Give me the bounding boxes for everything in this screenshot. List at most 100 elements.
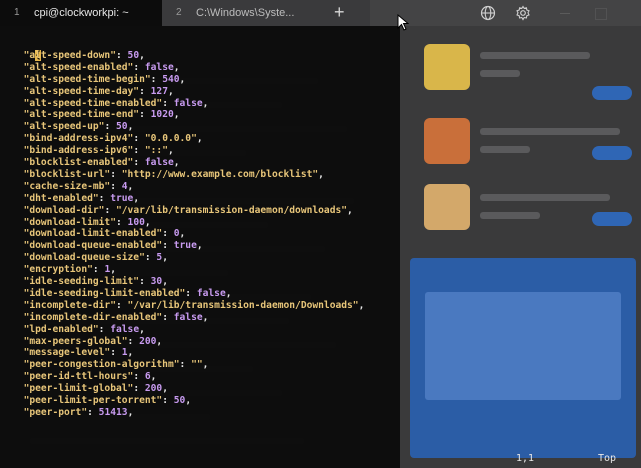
colon: : <box>179 359 192 371</box>
comma: , <box>144 216 151 228</box>
json-line: "download-limit": 100, <box>12 217 151 229</box>
colon: : <box>133 383 145 395</box>
json-key: "blocklist-enabled" <box>23 157 134 168</box>
json-key: "download-limit-enabled" <box>23 228 163 240</box>
json-key: "bind-address-ipv6" <box>23 145 134 157</box>
colon: : <box>185 287 197 299</box>
json-value: 127 <box>150 85 168 97</box>
background-thumbnail <box>424 118 470 164</box>
json-value: 51413 <box>98 406 128 418</box>
json-line: "download-limit-enabled": 0, <box>12 228 186 240</box>
colon: : <box>98 323 111 335</box>
gear-icon[interactable] <box>515 5 531 21</box>
json-value: 1020 <box>150 109 174 121</box>
comma: , <box>173 109 180 121</box>
minimize-icon[interactable] <box>560 13 570 15</box>
json-key: "download-queue-enabled" <box>23 240 163 252</box>
json-line: "idle-seeding-limit-enabled": false, <box>12 288 232 300</box>
json-key: "idle-seeding-limit-enabled" <box>23 287 186 299</box>
json-value: "" <box>191 359 203 371</box>
tab-clockworkpi[interactable]: 1 cpi@clockworkpi: ~ <box>0 0 162 26</box>
comma: , <box>347 204 353 216</box>
json-value: true <box>173 240 197 252</box>
json-line: "message-level": 1, <box>12 347 134 359</box>
background-thumbnail <box>424 44 470 90</box>
json-key: "peer-id-ttl-hours" <box>23 371 134 383</box>
json-key: "alt-speed-time-day" <box>23 85 140 97</box>
comma: , <box>358 299 365 311</box>
background-text <box>480 212 540 219</box>
json-line: "alt-speed-time-end": 1020, <box>12 109 180 121</box>
comma: , <box>156 335 163 347</box>
json-line: "peer-port": 51413, <box>12 406 134 419</box>
maximize-icon[interactable] <box>595 8 607 20</box>
json-line: "peer-limit-per-torrent": 50, <box>12 395 192 407</box>
comma: , <box>139 323 145 335</box>
colon: : <box>150 73 163 85</box>
json-line: "dht-enabled": true, <box>12 192 140 205</box>
comma: , <box>162 383 168 395</box>
background-text <box>480 146 530 153</box>
json-key: "alt-speed-enabled" <box>23 61 134 73</box>
json-line: "incomplete-dir": "/var/lib/transmission… <box>12 299 365 312</box>
json-line: "download-queue-enabled": true, <box>12 240 203 252</box>
comma: , <box>127 406 134 418</box>
comma: , <box>110 264 116 276</box>
json-line: "alt-speed-down": 50, <box>12 50 145 62</box>
background-pill <box>592 212 632 226</box>
comma: , <box>162 276 168 287</box>
json-key: "dht-enabled" <box>23 192 99 204</box>
json-value: 540 <box>162 73 180 85</box>
json-line: "encryption": 1, <box>12 264 116 276</box>
json-key: "incomplete-dir-enabled" <box>23 311 163 323</box>
json-line: "peer-limit-global": 200, <box>12 383 168 395</box>
json-value: false <box>110 323 140 335</box>
comma: , <box>196 240 203 252</box>
json-key: "peer-congestion-algorithm" <box>23 359 180 371</box>
json-value: false <box>173 311 203 323</box>
json-line: "idle-seeding-limit": 30, <box>12 276 168 288</box>
background-text <box>480 194 610 201</box>
comma: , <box>150 371 157 383</box>
colon: : <box>133 133 145 145</box>
json-line: "peer-congestion-algorithm": "", <box>12 359 209 371</box>
colon: : <box>162 240 174 252</box>
json-line: "alt-speed-up": 50, <box>12 121 134 133</box>
globe-icon[interactable] <box>480 5 496 21</box>
tab-bar: 1 cpi@clockworkpi: ~ 2 C:\Windows\Syste.… <box>0 0 641 31</box>
background-pill <box>592 86 632 100</box>
json-key: "encryption" <box>23 264 93 276</box>
colon: : <box>104 204 116 216</box>
colon: : <box>115 216 128 228</box>
colon: : <box>139 109 151 121</box>
tab-windows-system[interactable]: 2 C:\Windows\Syste... <box>162 0 310 26</box>
new-tab-button[interactable]: + <box>310 0 370 26</box>
colon: : <box>110 347 122 359</box>
colon: : <box>110 180 122 192</box>
json-line: "blocklist-url": "http://www.example.com… <box>12 169 324 181</box>
colon: : <box>115 299 128 311</box>
json-line: "alt-speed-enabled": false, <box>12 62 180 74</box>
json-key: "alt-speed-down" <box>23 49 116 61</box>
json-key: "download-queue-size" <box>23 252 145 264</box>
colon: : <box>162 97 174 109</box>
comma: , <box>173 157 180 168</box>
colon: : <box>92 264 105 276</box>
comma: , <box>202 97 209 109</box>
comma: , <box>139 49 145 61</box>
comma: , <box>225 287 232 299</box>
